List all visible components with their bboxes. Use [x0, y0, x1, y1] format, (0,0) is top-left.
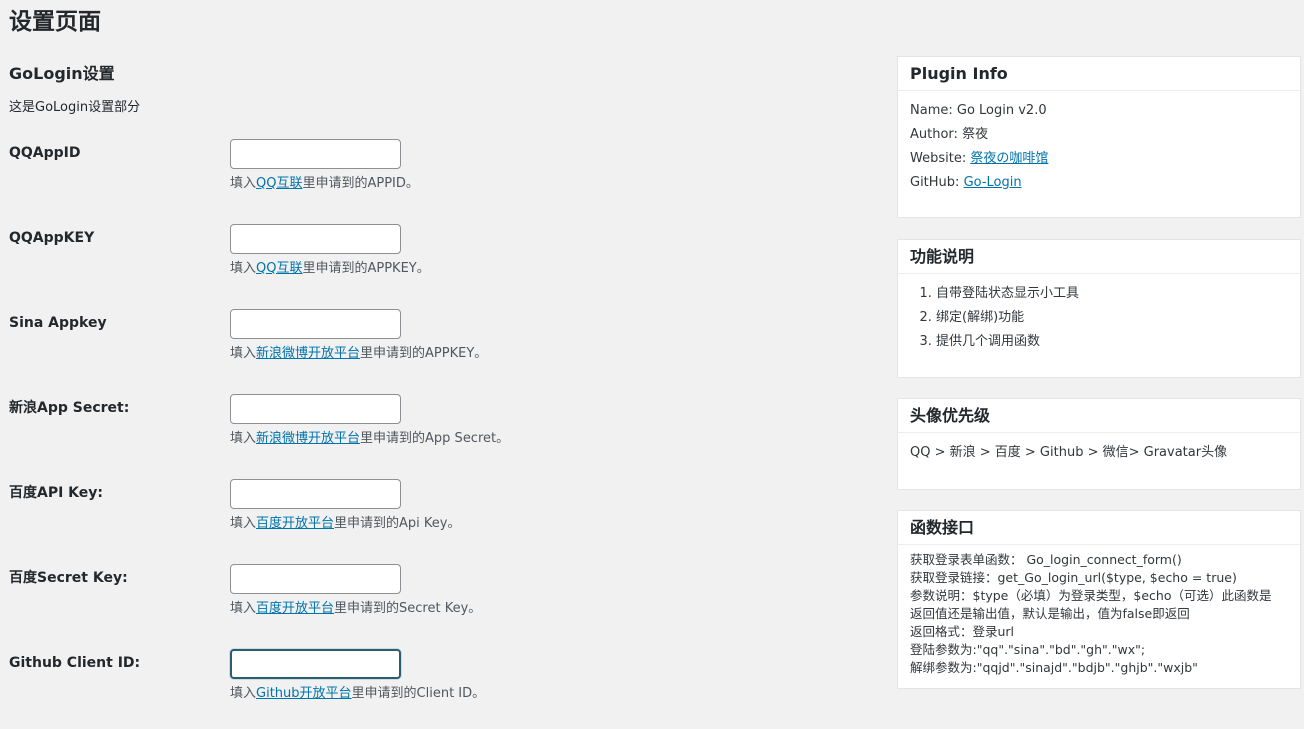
baidu-open-platform-link[interactable]: 百度开放平台 [256, 516, 334, 531]
help-prefix: 填入 [230, 516, 257, 531]
help-suffix: 里申请到的APPKEY。 [302, 261, 430, 276]
help-prefix: 填入 [230, 346, 257, 361]
field-label: QQAppID [9, 145, 81, 161]
form-row-qqappid: QQAppID 填入QQ互联里申请到的APPID。 [0, 139, 880, 219]
field-help: 填入百度开放平台里申请到的Api Key。 [230, 514, 461, 534]
avatar-priority-panel: 头像优先级 QQ > 新浪 > 百度 > Github > 微信> Gravat… [897, 398, 1301, 490]
form-row-sina-secret: 新浪App Secret: 填入新浪微博开放平台里申请到的App Secret。 [0, 394, 880, 474]
field-help: 填入百度开放平台里申请到的Secret Key。 [230, 599, 481, 619]
github-link[interactable]: Go-Login [964, 175, 1022, 190]
panel-title: Plugin Info [898, 57, 1300, 91]
plugin-name: Name: Go Login v2.0 [910, 99, 1288, 123]
api-line: 获取登录表单函数： Go_login_connect_form() [910, 552, 1182, 567]
page-title: 设置页面 [9, 9, 101, 35]
website-label: Website: [910, 151, 971, 166]
help-prefix: 填入 [230, 176, 257, 191]
field-help: 填入QQ互联里申请到的APPID。 [230, 174, 419, 194]
api-line: 登陆参数为:"qq"."sina"."bd"."gh"."wx"; [910, 642, 1146, 657]
sina-open-platform-link[interactable]: 新浪微博开放平台 [256, 431, 360, 446]
github-client-id-input[interactable] [230, 649, 401, 679]
avatar-priority-text: QQ > 新浪 > 百度 > Github > 微信> Gravatar头像 [910, 445, 1228, 460]
help-suffix: 里申请到的App Secret。 [360, 431, 510, 446]
baidu-secret-key-input[interactable] [230, 564, 401, 594]
field-help: 填入新浪微博开放平台里申请到的APPKEY。 [230, 344, 487, 364]
name-value: Go Login v2.0 [956, 103, 1047, 118]
author-value: 祭夜 [962, 127, 989, 142]
form-row-baidu-api-key: 百度API Key: 填入百度开放平台里申请到的Api Key。 [0, 479, 880, 559]
field-label: QQAppKEY [9, 230, 95, 246]
form-row-github-client-id: Github Client ID: 填入Github开放平台里申请到的Clien… [0, 649, 880, 729]
api-panel: 函数接口 获取登录表单函数： Go_login_connect_form() 获… [897, 510, 1301, 689]
panel-body: QQ > 新浪 > 百度 > Github > 微信> Gravatar头像 [898, 433, 1300, 473]
panel-body: Name: Go Login v2.0 Author: 祭夜 Website: … [898, 91, 1300, 203]
plugin-website: Website: 祭夜の咖啡馆 [910, 147, 1288, 171]
sina-app-secret-input[interactable] [230, 394, 401, 424]
api-line: 参数说明：$type（必填）为登录类型，$echo（可选）此函数是 [910, 588, 1272, 603]
baidu-open-platform-link[interactable]: 百度开放平台 [256, 601, 334, 616]
qqappkey-input[interactable] [230, 224, 401, 254]
feature-item: 自带登陆状态显示小工具 [936, 282, 1288, 306]
plugin-author: Author: 祭夜 [910, 123, 1288, 147]
baidu-api-key-input[interactable] [230, 479, 401, 509]
field-help: 填入新浪微博开放平台里申请到的App Secret。 [230, 429, 509, 449]
qqappid-input[interactable] [230, 139, 401, 169]
api-line: 获取登录链接：get_Go_login_url($type, $echo = t… [910, 570, 1237, 585]
help-prefix: 填入 [230, 431, 257, 446]
panel-title: 函数接口 [898, 511, 1300, 545]
panel-body: 自带登陆状态显示小工具 绑定(解绑)功能 提供几个调用函数 [898, 274, 1300, 362]
field-help: 填入QQ互联里申请到的APPKEY。 [230, 259, 430, 279]
help-suffix: 里申请到的APPID。 [302, 176, 419, 191]
github-label: GitHub: [910, 175, 964, 190]
help-prefix: 填入 [230, 261, 257, 276]
form-row-qqappkey: QQAppKEY 填入QQ互联里申请到的APPKEY。 [0, 224, 880, 304]
field-label: Github Client ID: [9, 655, 141, 671]
feature-item: 提供几个调用函数 [936, 330, 1288, 354]
help-prefix: 填入 [230, 686, 257, 701]
panel-title: 头像优先级 [898, 399, 1300, 433]
api-line: 返回值还是输出值，默认是输出，值为false即返回 [910, 606, 1190, 621]
feature-list: 自带登陆状态显示小工具 绑定(解绑)功能 提供几个调用函数 [910, 282, 1288, 354]
field-label: 百度Secret Key: [9, 570, 128, 586]
help-suffix: 里申请到的Api Key。 [334, 516, 461, 531]
qq-connect-link[interactable]: QQ互联 [256, 261, 302, 276]
section-description: 这是GoLogin设置部分 [9, 100, 141, 115]
sina-appkey-input[interactable] [230, 309, 401, 339]
section-title: GoLogin设置 [9, 64, 115, 83]
field-help: 填入Github开放平台里申请到的Client ID。 [230, 684, 485, 704]
api-line: 返回格式：登录url [910, 624, 1015, 639]
name-label: Name: [910, 103, 957, 118]
form-row-sina-appkey: Sina Appkey 填入新浪微博开放平台里申请到的APPKEY。 [0, 309, 880, 389]
plugin-github: GitHub: Go-Login [910, 171, 1288, 195]
features-panel: 功能说明 自带登陆状态显示小工具 绑定(解绑)功能 提供几个调用函数 [897, 239, 1301, 378]
plugin-info-panel: Plugin Info Name: Go Login v2.0 Author: … [897, 56, 1301, 218]
author-label: Author: [910, 127, 963, 142]
form-row-baidu-secret-key: 百度Secret Key: 填入百度开放平台里申请到的Secret Key。 [0, 564, 880, 644]
help-suffix: 里申请到的Client ID。 [351, 686, 486, 701]
panel-title: 功能说明 [898, 240, 1300, 274]
qq-connect-link[interactable]: QQ互联 [256, 176, 302, 191]
help-suffix: 里申请到的Secret Key。 [334, 601, 482, 616]
field-label: Sina Appkey [9, 315, 107, 331]
sina-open-platform-link[interactable]: 新浪微博开放平台 [256, 346, 360, 361]
help-suffix: 里申请到的APPKEY。 [360, 346, 488, 361]
github-open-platform-link[interactable]: Github开放平台 [256, 686, 352, 701]
website-link[interactable]: 祭夜の咖啡馆 [970, 151, 1048, 166]
help-prefix: 填入 [230, 601, 257, 616]
field-label: 新浪App Secret: [9, 400, 130, 416]
feature-item: 绑定(解绑)功能 [936, 306, 1288, 330]
field-label: 百度API Key: [9, 485, 104, 501]
panel-body: 获取登录表单函数： Go_login_connect_form() 获取登录链接… [898, 545, 1300, 685]
api-line: 解绑参数为:"qqjd"."sinajd"."bdjb"."ghjb"."wxj… [910, 660, 1198, 675]
